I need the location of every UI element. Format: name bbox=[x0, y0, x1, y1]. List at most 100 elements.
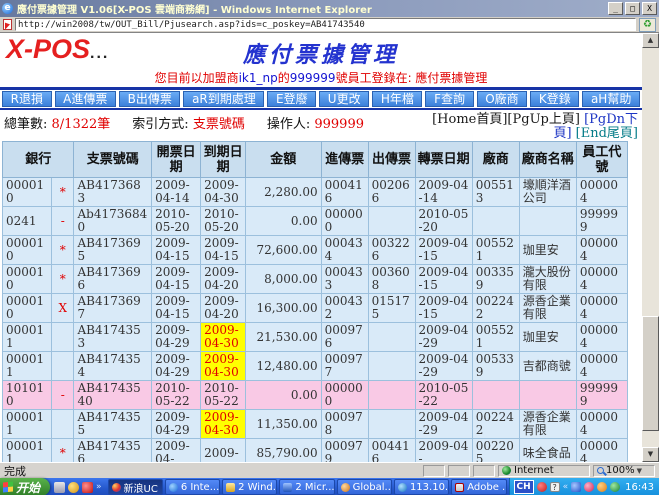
folder-icon bbox=[226, 483, 235, 492]
start-button[interactable]: 开始 bbox=[0, 478, 50, 495]
refresh-go-icon[interactable]: ♻ bbox=[639, 18, 656, 32]
table-cell: 2009-04-15 bbox=[415, 265, 472, 294]
table-header-row: 銀行 支票號碼 開票日期 到期日期 金額 進傳票 出傳票 轉票日期 廠商 廠商名… bbox=[3, 142, 628, 178]
table-cell: 000004 bbox=[576, 178, 627, 207]
table-cell: 2009-04-29 bbox=[415, 410, 472, 439]
scrollbar-track[interactable] bbox=[642, 48, 659, 447]
table-cell: 000000 bbox=[321, 381, 368, 410]
taskbar-button[interactable]: 6 Inte...▼ bbox=[165, 479, 220, 495]
table-row[interactable]: 000010*AB41736832009-04-142009-04-302,28… bbox=[3, 178, 628, 207]
table-cell: 000978 bbox=[321, 410, 368, 439]
table-cell: 2,280.00 bbox=[246, 178, 322, 207]
tray-help-icon[interactable]: ? bbox=[550, 482, 560, 492]
nav-pgup-link[interactable]: [PgUp上頁] bbox=[507, 112, 580, 127]
quick-launch-expand-icon[interactable]: » bbox=[96, 482, 102, 492]
table-cell: AB4173696 bbox=[74, 265, 152, 294]
table-row[interactable]: 0241-Ab417368402010-05-202010-05-200.000… bbox=[3, 207, 628, 236]
table-cell: 000004 bbox=[576, 265, 627, 294]
table-cell: 2010-05-22 bbox=[201, 381, 246, 410]
menu-button-annual-file[interactable]: H年檔 bbox=[372, 91, 422, 107]
col-header-vendor-name: 廠商名稱 bbox=[519, 142, 576, 178]
table-cell: 珈里安 bbox=[519, 236, 576, 265]
language-indicator[interactable]: CH bbox=[514, 480, 534, 494]
tray-security-icon[interactable] bbox=[610, 482, 620, 492]
table-cell: 003608 bbox=[368, 265, 415, 294]
table-cell: * bbox=[52, 236, 74, 265]
menu-button-due-process[interactable]: aR到期處理 bbox=[183, 91, 264, 107]
table-cell: 2009-04-20 bbox=[201, 265, 246, 294]
menu-button-query[interactable]: F查詢 bbox=[425, 91, 473, 107]
maximize-button[interactable]: □ bbox=[625, 2, 640, 15]
table-row[interactable]: 000010*AB41736952009-04-152009-04-1572,6… bbox=[3, 236, 628, 265]
table-cell: 2009-04-29 bbox=[152, 352, 201, 381]
table-row[interactable]: 000010XAB41736972009-04-152009-04-2016,3… bbox=[3, 294, 628, 323]
table-row[interactable]: 000010*AB41736962009-04-152009-04-208,00… bbox=[3, 265, 628, 294]
table-cell: 2009-04-29 bbox=[415, 323, 472, 352]
col-header-due-date: 到期日期 bbox=[201, 142, 246, 178]
menu-button-vendor[interactable]: O廠商 bbox=[477, 91, 528, 107]
taskbar-button[interactable]: 新浪UC bbox=[108, 479, 163, 495]
table-cell: 2009-04-15 bbox=[152, 265, 201, 294]
tray-qq-icon[interactable] bbox=[584, 482, 594, 492]
scroll-up-icon[interactable]: ▲ bbox=[642, 33, 659, 48]
taskbar-button[interactable]: 113.10... bbox=[394, 479, 449, 495]
table-cell: 000004 bbox=[576, 323, 627, 352]
col-header-out-voucher: 出傳票 bbox=[368, 142, 415, 178]
taskbar-button[interactable]: 2 Wind...▼ bbox=[222, 479, 277, 495]
tray-collapse-icon[interactable]: « bbox=[563, 482, 569, 492]
taskbar-buttons: 新浪UC6 Inte...▼2 Wind...▼2 Micr...▼Global… bbox=[106, 478, 509, 495]
scrollbar-thumb[interactable] bbox=[642, 316, 659, 431]
quick-launch-icon-2[interactable] bbox=[68, 482, 79, 493]
table-row[interactable]: 000011AB41743532009-04-292009-04-3021,53… bbox=[3, 323, 628, 352]
table-cell: X bbox=[52, 294, 74, 323]
close-button[interactable]: X bbox=[642, 2, 657, 15]
system-tray: CH ? « 16:43 bbox=[509, 478, 659, 495]
menu-button-out-voucher[interactable]: B出傳票 bbox=[119, 91, 180, 107]
tray-alert-icon[interactable] bbox=[537, 482, 547, 492]
table-row[interactable]: 000011AB41743552009-04-292009-04-3011,35… bbox=[3, 410, 628, 439]
table-cell bbox=[519, 381, 576, 410]
taskbar-button[interactable]: Global... bbox=[337, 479, 392, 495]
taskbar-button-label: 6 Inte... bbox=[181, 482, 219, 493]
page-scrollbar[interactable]: ▲ ▼ bbox=[642, 33, 659, 462]
login-suffix: 號員工登錄在: 應付票據管理 bbox=[336, 71, 488, 85]
table-cell: 000004 bbox=[576, 439, 627, 463]
table-cell: 2009-04-30 bbox=[201, 352, 246, 381]
taskbar-button[interactable]: Adobe ... bbox=[451, 479, 506, 495]
table-cell: 000010 bbox=[3, 178, 52, 207]
col-header-amount: 金額 bbox=[246, 142, 322, 178]
nav-home-link[interactable]: [Home首頁] bbox=[432, 112, 507, 127]
menu-button-modify[interactable]: U更改 bbox=[319, 91, 369, 107]
table-cell: 000434 bbox=[321, 236, 368, 265]
col-header-employee: 員工代號 bbox=[576, 142, 627, 178]
menu-button-return[interactable]: R退損 bbox=[2, 91, 52, 107]
table-cell: 2009-04-20 bbox=[201, 294, 246, 323]
zoom-control[interactable]: 100%▼ bbox=[593, 465, 655, 477]
nav-end-link[interactable]: [End尾頁] bbox=[576, 126, 638, 141]
table-row[interactable]: 101010-AB417435402010-05-222010-05-220.0… bbox=[3, 381, 628, 410]
taskbar-button[interactable]: 2 Micr...▼ bbox=[279, 479, 334, 495]
menu-button-void[interactable]: E登廢 bbox=[267, 91, 316, 107]
table-row[interactable]: 000011AB41743542009-04-292009-04-3012,48… bbox=[3, 352, 628, 381]
minimize-button[interactable]: _ bbox=[608, 2, 623, 15]
table-cell: 0.00 bbox=[246, 207, 322, 236]
tray-messenger-icon[interactable] bbox=[571, 482, 581, 492]
table-cell: 000000 bbox=[321, 207, 368, 236]
menu-button-register[interactable]: K登錄 bbox=[530, 91, 579, 107]
menu-button-help[interactable]: aH幫助 bbox=[582, 91, 640, 107]
col-header-bank: 銀行 bbox=[3, 142, 74, 178]
table-cell: AB4174356 bbox=[74, 439, 152, 463]
quick-launch-icon-3[interactable] bbox=[82, 482, 93, 493]
table-row[interactable]: 000011*AB41743562009-04-2009-85,790.0000… bbox=[3, 439, 628, 463]
menu-button-in-voucher[interactable]: A進傳票 bbox=[55, 91, 116, 107]
ie-icon bbox=[169, 483, 178, 492]
scroll-down-icon[interactable]: ▼ bbox=[642, 447, 659, 462]
quick-launch-icon-1[interactable] bbox=[54, 482, 65, 493]
sina-uc-icon bbox=[112, 483, 121, 492]
url-input[interactable] bbox=[16, 20, 635, 30]
table-cell: - bbox=[52, 381, 74, 410]
table-cell: 003359 bbox=[472, 265, 519, 294]
table-cell: 源香企業有限 bbox=[519, 294, 576, 323]
tray-app-icon[interactable] bbox=[597, 482, 607, 492]
table-cell: 000011 bbox=[3, 439, 52, 463]
